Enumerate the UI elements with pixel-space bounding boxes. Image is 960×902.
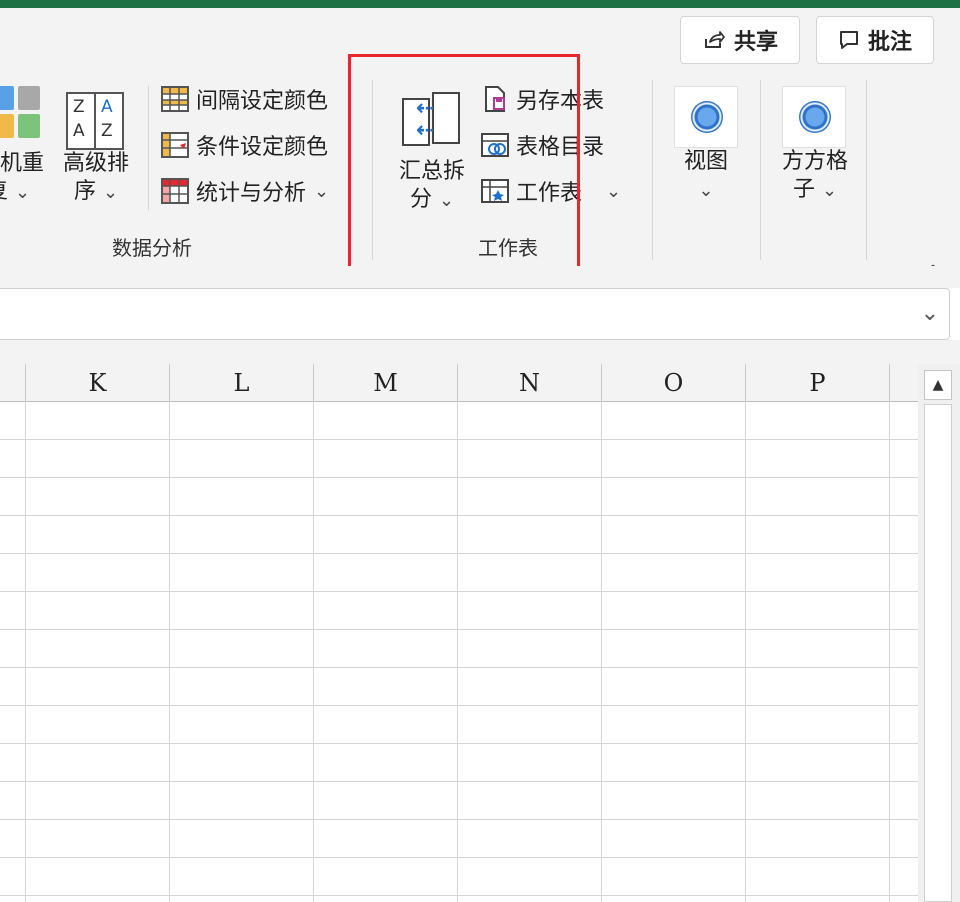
highlight-box: [348, 54, 580, 284]
column-header-m[interactable]: M: [314, 364, 458, 402]
chevron-down-icon: ⌄: [102, 182, 119, 203]
title-bar-strip: [0, 0, 960, 8]
expand-formula-chevron-icon[interactable]: ⌄: [921, 301, 939, 326]
chevron-down-icon: ⌄: [606, 180, 622, 202]
interval-color-icon: [160, 85, 190, 113]
chevron-down-icon: ⌄: [15, 182, 31, 203]
stats-analysis-icon: [160, 177, 190, 205]
column-header-p[interactable]: P: [746, 364, 890, 402]
chevron-down-icon: ⌄: [821, 180, 838, 201]
formula-gap: [0, 340, 960, 364]
advanced-sort-icon[interactable]: Z A A Z: [66, 92, 124, 150]
sort-letter-4: Z: [101, 121, 113, 141]
share-icon: [704, 31, 725, 48]
fangfang-label-1: 方方格: [781, 149, 848, 174]
random-recombine-label-1: 机重: [0, 151, 45, 176]
comment-button[interactable]: 批注: [816, 16, 934, 64]
separator: [652, 80, 653, 260]
view-button[interactable]: 视图 ⌄: [664, 148, 748, 205]
share-label: 共享: [733, 30, 778, 55]
column-header-partial[interactable]: [0, 364, 26, 402]
separator: [760, 80, 761, 260]
advanced-sort-label-2: 序: [73, 179, 96, 204]
fangfang-icon[interactable]: [782, 86, 846, 148]
column-header-partial[interactable]: [890, 364, 918, 402]
condition-color-label: 条件设定颜色: [196, 135, 329, 160]
view-icon[interactable]: [674, 86, 738, 148]
ribbon-gap: [0, 266, 960, 288]
separator: [866, 80, 867, 260]
random-recombine-button[interactable]: 机重 复 ⌄: [0, 150, 50, 207]
comment-label: 批注: [867, 30, 912, 55]
separator: [148, 86, 149, 210]
scroll-up-arrow-icon[interactable]: ▲: [924, 370, 952, 400]
sort-letter-2: A: [73, 121, 85, 141]
advanced-sort-button[interactable]: 高级排 序 ⌄: [58, 150, 134, 207]
vertical-scrollbar[interactable]: ▲: [918, 364, 960, 902]
comment-icon: [839, 31, 858, 49]
scroll-track[interactable]: [924, 404, 952, 902]
random-recombine-label-2: 复: [0, 179, 8, 204]
random-recombine-icon[interactable]: [0, 86, 44, 142]
stats-analysis-label: 统计与分析: [196, 181, 307, 206]
formula-bar[interactable]: ⌄: [0, 288, 950, 340]
sort-letter-1: Z: [73, 97, 85, 117]
advanced-sort-label-1: 高级排: [62, 151, 129, 176]
fangfang-label-2: 子: [792, 177, 815, 202]
condition-color-icon: [160, 131, 190, 159]
column-header-k[interactable]: K: [26, 364, 170, 402]
data-analysis-group-label: 数据分析: [112, 236, 192, 260]
column-header-o[interactable]: O: [602, 364, 746, 402]
chevron-down-icon: ⌄: [314, 180, 330, 202]
column-header-l[interactable]: L: [170, 364, 314, 402]
fangfang-button[interactable]: 方方格 子 ⌄: [768, 148, 862, 205]
interval-color-button[interactable]: 间隔设定颜色: [160, 82, 328, 116]
view-label: 视图: [683, 149, 728, 174]
interval-color-label: 间隔设定颜色: [196, 89, 329, 114]
column-header-n[interactable]: N: [458, 364, 602, 402]
chevron-down-icon: ⌄: [698, 180, 714, 201]
condition-color-button[interactable]: 条件设定颜色: [160, 128, 328, 162]
stats-analysis-button[interactable]: 统计与分析 ⌄: [160, 174, 329, 208]
share-button[interactable]: 共享: [680, 16, 800, 64]
cell-grid[interactable]: [0, 402, 918, 902]
sort-letter-3: A: [101, 97, 113, 117]
